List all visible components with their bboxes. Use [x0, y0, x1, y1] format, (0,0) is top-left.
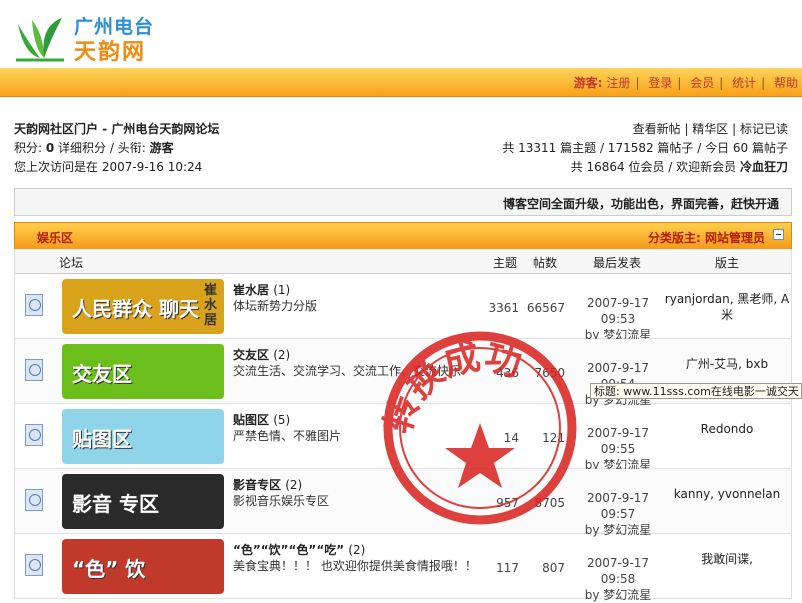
- forum-topic-count: 3361: [488, 301, 519, 315]
- quick-links: 查看新帖 | 精华区 | 标记已读: [632, 122, 788, 136]
- guest-label: 游客:: [573, 76, 603, 90]
- forum-banner-image[interactable]: “色” 饮: [62, 539, 224, 594]
- forum-banner-image[interactable]: 交友区: [62, 344, 224, 399]
- mark-read-link[interactable]: 标记已读: [740, 122, 788, 136]
- forum-status-icon: [25, 294, 43, 316]
- forum-moderators[interactable]: kanny, yvonnelan: [663, 486, 791, 502]
- category-title[interactable]: 娱乐区: [37, 229, 73, 246]
- nav-stats-link[interactable]: 统计: [732, 76, 756, 90]
- forum-topic-count: 117: [496, 561, 519, 575]
- nav-help-link[interactable]: 帮助: [774, 76, 798, 90]
- forum-last-post: 2007-9-17 09:58 by 梦幻流星: [573, 555, 663, 603]
- forum-banner-text: 人民群众 聊天: [72, 297, 199, 321]
- forum-name[interactable]: 贴图区 (5): [233, 411, 290, 428]
- col-forum: 论坛: [59, 256, 84, 270]
- last-post-author[interactable]: by 梦幻流星: [573, 587, 663, 603]
- forum-banner-text: 交友区: [72, 362, 132, 386]
- forum-moderators[interactable]: Redondo: [663, 421, 791, 437]
- forum-post-count: 807: [542, 561, 565, 575]
- forum-description: 影视音乐娱乐专区: [233, 494, 330, 508]
- forum-description: 美食宝典！！！ 也欢迎你提供美食情报哦！！: [233, 559, 477, 573]
- col-moderator: 版主: [715, 256, 740, 270]
- last-post-date[interactable]: 2007-9-17 09:57: [573, 490, 663, 522]
- user-nav: 游客: 注册 | 登录 | 会员 | 统计 | 帮助: [573, 76, 798, 90]
- last-post-date[interactable]: 2007-9-17 09:58: [573, 555, 663, 587]
- user-info: 天韵网社区门户 - 广州电台天韵网论坛 积分: 0 详细积分 / 头衔: 游客 …: [14, 120, 219, 177]
- points-detail-link[interactable]: 详细积分: [54, 141, 106, 155]
- last-post-date[interactable]: 2007-9-17 09:55: [573, 425, 663, 457]
- forum-moderators[interactable]: 广州-艾马, bxb: [663, 356, 791, 372]
- announcement-text[interactable]: 博客空间全面升级，功能出色，界面完善，赶快开通: [503, 195, 779, 212]
- top-navbar: 游客: 注册 | 登录 | 会员 | 统计 | 帮助: [0, 68, 802, 97]
- forum-name[interactable]: “色”“饮”“色”“吃” (2): [233, 541, 365, 558]
- forum-name[interactable]: 交友区 (2): [233, 346, 290, 363]
- forum-moderators[interactable]: 我敢间谍,: [663, 551, 791, 567]
- col-last-post: 最后发表: [593, 256, 642, 270]
- forum-banner-image[interactable]: 贴图区: [62, 409, 224, 464]
- site-logo[interactable]: 广州电台 天韵网: [14, 12, 164, 65]
- leaf-logo-icon: [16, 18, 64, 62]
- forum-banner-text: “色” 饮: [72, 557, 146, 581]
- stats-members: 共 16864 位会员 / 欢迎新会员 冷血狂刀: [570, 160, 788, 174]
- user-points-line: 积分: 0 详细积分 / 头衔: 游客: [14, 141, 174, 155]
- forum-status-icon: [25, 424, 43, 446]
- nav-members-link[interactable]: 会员: [690, 76, 714, 90]
- forum-banner-text: 贴图区: [72, 427, 132, 451]
- forum-row: “色” 饮 “色”“饮”“色”“吃” (2) 美食宝典！！！ 也欢迎你提供美食情…: [14, 534, 792, 602]
- star-icon: [445, 423, 515, 488]
- forum-banner-image[interactable]: 影音 专区: [62, 474, 224, 529]
- user-title: 游客: [149, 141, 174, 155]
- forum-table-header: 论坛 主题 帖数 最后发表 版主: [14, 249, 792, 274]
- newest-member-link[interactable]: 冷血狂刀: [740, 160, 788, 174]
- forum-stats: 查看新帖 | 精华区 | 标记已读 共 13311 篇主题 / 171582 篇…: [502, 120, 788, 177]
- logo-text-line2: 天韵网: [74, 40, 147, 65]
- nav-register-link[interactable]: 注册: [606, 76, 630, 90]
- forum-banner-image[interactable]: 人民群众 聊天 崔水居: [62, 279, 224, 334]
- collapse-icon[interactable]: [773, 229, 784, 240]
- forum-description: 严禁色情、不雅图片: [233, 429, 342, 443]
- forum-status-icon: [25, 359, 43, 381]
- col-posts: 帖数: [533, 256, 558, 270]
- col-topics: 主题: [493, 256, 518, 270]
- forum-last-post: 2007-9-17 09:55 by 梦幻流星: [573, 425, 663, 473]
- forum-name[interactable]: 崔水居 (1): [233, 281, 290, 298]
- title-tooltip: 标题: www.11sss.com在线电影一诚交天: [590, 383, 802, 399]
- forum-status-icon: [25, 554, 43, 576]
- nav-login-link[interactable]: 登录: [648, 76, 672, 90]
- digest-link[interactable]: 精华区: [692, 122, 728, 136]
- forum-post-count: 66567: [526, 301, 565, 315]
- forum-description: 体坛新势力分版: [233, 299, 318, 313]
- announcement-bar: 博客空间全面升级，功能出色，界面完善，赶快开通: [14, 188, 792, 216]
- forum-banner-text: 影音 专区: [72, 492, 159, 516]
- breadcrumb[interactable]: 天韵网社区门户 - 广州电台天韵网论坛: [14, 120, 219, 139]
- last-post-date[interactable]: 2007-9-17 09:53: [573, 295, 663, 327]
- stats-topics-posts: 共 13311 篇主题 / 171582 篇帖子 / 今日 60 篇帖子: [502, 141, 788, 155]
- forum-moderators[interactable]: ryanjordan, 黑老师, A米: [663, 291, 791, 323]
- category-moderator: 分类版主: 网站管理员: [648, 231, 765, 245]
- forum-last-post: 2007-9-17 09:53 by 梦幻流星: [573, 295, 663, 343]
- conversion-success-stamp: 转换成功: [380, 331, 577, 525]
- site-header: 广州电台 天韵网: [0, 0, 802, 68]
- last-visit-text: 您上次访问是在 2007-9-16 10:24: [14, 160, 203, 174]
- forum-banner-side: 崔水居: [204, 283, 218, 328]
- forum-name[interactable]: 影音专区 (2): [233, 476, 302, 493]
- forum-last-post: 2007-9-17 09:57 by 梦幻流星: [573, 490, 663, 538]
- forum-status-icon: [25, 489, 43, 511]
- view-new-posts-link[interactable]: 查看新帖: [633, 122, 681, 136]
- category-header: 娱乐区 分类版主: 网站管理员: [14, 222, 792, 250]
